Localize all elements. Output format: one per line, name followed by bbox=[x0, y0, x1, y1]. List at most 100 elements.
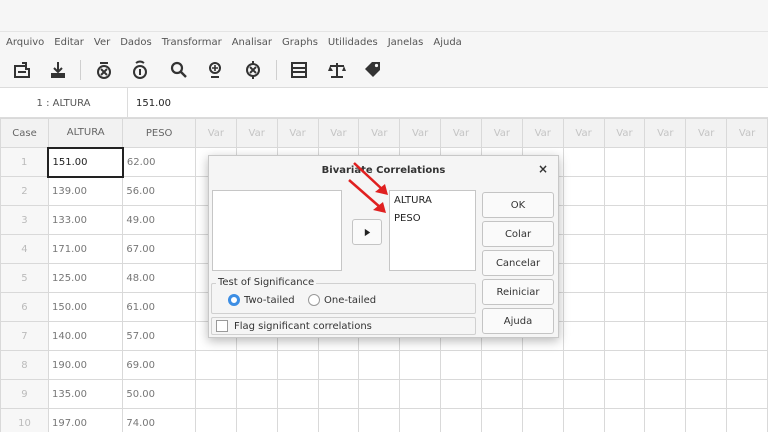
empty-cell[interactable] bbox=[726, 350, 768, 380]
empty-cell[interactable] bbox=[399, 408, 442, 432]
ok-button[interactable]: OK bbox=[482, 192, 554, 218]
cell-altura[interactable]: 133.00 bbox=[47, 205, 124, 235]
empty-cell[interactable] bbox=[685, 263, 728, 293]
menu-dados[interactable]: Dados bbox=[120, 37, 152, 48]
empty-cell[interactable] bbox=[562, 408, 605, 432]
search-icon[interactable] bbox=[166, 58, 192, 82]
empty-cell[interactable] bbox=[440, 350, 482, 380]
empty-cell[interactable] bbox=[521, 379, 564, 409]
empty-cell[interactable] bbox=[399, 379, 442, 409]
menu-ajuda[interactable]: Ajuda bbox=[433, 37, 461, 48]
empty-cell[interactable] bbox=[644, 379, 687, 409]
empty-cell[interactable] bbox=[276, 408, 319, 432]
empty-cell[interactable] bbox=[521, 350, 564, 380]
two-tailed-option[interactable]: Two-tailed bbox=[228, 294, 295, 306]
empty-cell[interactable] bbox=[726, 408, 768, 432]
open-file-icon[interactable] bbox=[9, 58, 35, 82]
selected-variable-peso[interactable]: PESO bbox=[394, 213, 421, 224]
cell-altura[interactable]: 125.00 bbox=[47, 263, 124, 293]
empty-cell[interactable] bbox=[603, 205, 646, 235]
empty-cell[interactable] bbox=[603, 176, 646, 206]
empty-cell[interactable] bbox=[644, 350, 687, 380]
reset-button[interactable]: Reiniciar bbox=[482, 279, 554, 305]
cancel-button[interactable]: Cancelar bbox=[482, 250, 554, 276]
empty-cell[interactable] bbox=[480, 379, 523, 409]
row-number[interactable]: 6 bbox=[0, 292, 49, 322]
empty-cell[interactable] bbox=[685, 379, 728, 409]
menu-ver[interactable]: Ver bbox=[94, 37, 110, 48]
empty-cell[interactable] bbox=[562, 234, 605, 264]
empty-cell[interactable] bbox=[440, 379, 482, 409]
empty-cell[interactable] bbox=[358, 379, 401, 409]
row-number[interactable]: 9 bbox=[0, 379, 49, 409]
row-number[interactable]: 8 bbox=[0, 350, 49, 380]
empty-cell[interactable] bbox=[685, 176, 728, 206]
empty-cell[interactable] bbox=[644, 234, 687, 264]
empty-cell[interactable] bbox=[644, 408, 687, 432]
cell-altura[interactable]: 197.00 bbox=[47, 408, 124, 432]
empty-cell[interactable] bbox=[644, 321, 687, 351]
cell-peso[interactable]: 49.00 bbox=[122, 205, 196, 235]
cell-peso[interactable]: 56.00 bbox=[122, 176, 196, 206]
cell-peso[interactable]: 69.00 bbox=[122, 350, 196, 380]
empty-cell[interactable] bbox=[521, 408, 564, 432]
empty-cell[interactable] bbox=[276, 350, 319, 380]
empty-cell[interactable] bbox=[562, 350, 605, 380]
empty-cell[interactable] bbox=[644, 263, 687, 293]
cell-peso[interactable]: 74.00 bbox=[122, 408, 196, 432]
empty-cell[interactable] bbox=[562, 379, 605, 409]
empty-cell[interactable] bbox=[317, 350, 360, 380]
column-header-var[interactable]: Var bbox=[358, 118, 401, 148]
empty-cell[interactable] bbox=[603, 147, 646, 177]
column-header-var[interactable]: Var bbox=[644, 118, 687, 148]
column-header-altura[interactable]: ALTURA bbox=[47, 118, 124, 148]
cell-peso[interactable]: 48.00 bbox=[122, 263, 196, 293]
goto-variable-icon[interactable] bbox=[127, 58, 153, 82]
one-tailed-option[interactable]: One-tailed bbox=[308, 294, 376, 306]
cell-altura[interactable]: 190.00 bbox=[47, 350, 124, 380]
column-header-var[interactable]: Var bbox=[521, 118, 564, 148]
empty-cell[interactable] bbox=[603, 234, 646, 264]
menu-graphs[interactable]: Graphs bbox=[282, 37, 318, 48]
menu-janelas[interactable]: Janelas bbox=[388, 37, 424, 48]
cell-peso[interactable]: 62.00 bbox=[122, 147, 196, 177]
row-number[interactable]: 3 bbox=[0, 205, 49, 235]
flag-significant-correlations-option[interactable]: Flag significant correlations bbox=[211, 317, 476, 335]
radio-unselected-icon[interactable] bbox=[308, 294, 320, 306]
close-icon[interactable]: × bbox=[536, 162, 550, 176]
row-number[interactable]: 10 bbox=[0, 408, 49, 432]
column-header-var[interactable]: Var bbox=[276, 118, 319, 148]
empty-cell[interactable] bbox=[603, 350, 646, 380]
empty-cell[interactable] bbox=[603, 408, 646, 432]
empty-cell[interactable] bbox=[317, 408, 360, 432]
row-number[interactable]: 5 bbox=[0, 263, 49, 293]
cell-value-field[interactable]: 151.00 bbox=[136, 88, 171, 118]
cell-peso[interactable]: 57.00 bbox=[122, 321, 196, 351]
empty-cell[interactable] bbox=[358, 350, 401, 380]
empty-cell[interactable] bbox=[644, 205, 687, 235]
menu-utilidades[interactable]: Utilidades bbox=[328, 37, 378, 48]
move-variable-button[interactable] bbox=[352, 219, 382, 245]
column-header-peso[interactable]: PESO bbox=[122, 118, 196, 148]
empty-cell[interactable] bbox=[562, 147, 605, 177]
empty-cell[interactable] bbox=[685, 408, 728, 432]
empty-cell[interactable] bbox=[726, 292, 768, 322]
menu-transformar[interactable]: Transformar bbox=[162, 37, 222, 48]
empty-cell[interactable] bbox=[685, 321, 728, 351]
empty-cell[interactable] bbox=[358, 408, 401, 432]
cell-peso[interactable]: 61.00 bbox=[122, 292, 196, 322]
cell-altura[interactable]: 139.00 bbox=[47, 176, 124, 206]
empty-cell[interactable] bbox=[726, 379, 768, 409]
column-header-var[interactable]: Var bbox=[235, 118, 278, 148]
cell-altura[interactable]: 135.00 bbox=[47, 379, 124, 409]
empty-cell[interactable] bbox=[480, 350, 523, 380]
empty-cell[interactable] bbox=[399, 350, 442, 380]
value-labels-icon[interactable] bbox=[360, 58, 386, 82]
cell-altura[interactable]: 171.00 bbox=[47, 234, 124, 264]
selected-variable-list[interactable]: ALTURA PESO bbox=[389, 190, 476, 271]
menu-editar[interactable]: Editar bbox=[54, 37, 84, 48]
empty-cell[interactable] bbox=[726, 205, 768, 235]
save-icon[interactable] bbox=[45, 58, 71, 82]
empty-cell[interactable] bbox=[235, 379, 278, 409]
empty-cell[interactable] bbox=[603, 379, 646, 409]
